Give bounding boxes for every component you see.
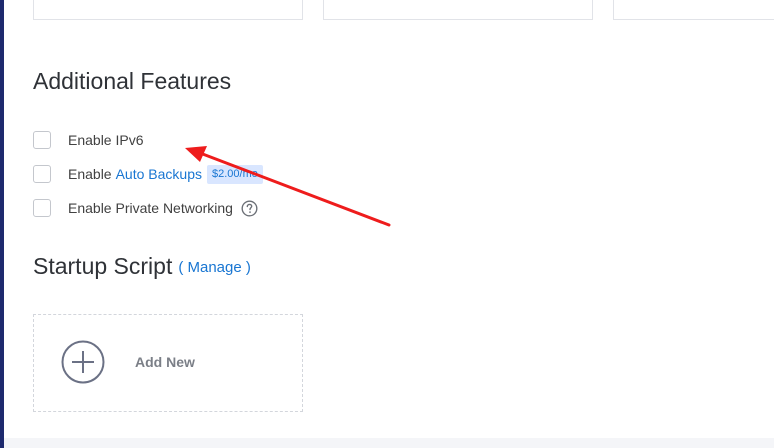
auto-backups-prefix: Enable xyxy=(68,166,112,182)
option-enable-ipv6[interactable]: Enable IPv6 xyxy=(33,130,144,150)
auto-backups-link[interactable]: Auto Backups xyxy=(116,166,202,182)
manage-link[interactable]: ( Manage ) xyxy=(178,259,251,276)
option-enable-auto-backups[interactable]: Enable Auto Backups $2.00/mo xyxy=(33,164,263,184)
ipv6-label: Enable IPv6 xyxy=(68,132,144,148)
private-networking-label: Enable Private Networking xyxy=(68,200,233,216)
additional-features-title: Additional Features xyxy=(33,68,232,94)
add-new-label: Add New xyxy=(135,354,195,370)
add-new-startup-script-card[interactable]: Add New xyxy=(33,314,303,412)
startup-script-title: Startup Script ( Manage ) xyxy=(33,252,251,282)
page-footer-strip xyxy=(4,438,774,448)
plus-circle-icon xyxy=(61,340,105,384)
left-rail xyxy=(0,0,4,448)
plan-card[interactable] xyxy=(613,0,774,20)
auto-backups-checkbox[interactable] xyxy=(33,165,51,183)
plan-card[interactable] xyxy=(33,0,303,20)
question-circle-icon[interactable] xyxy=(241,200,258,217)
startup-script-label: Startup Script xyxy=(33,253,173,279)
option-enable-private-networking[interactable]: Enable Private Networking xyxy=(33,198,258,218)
auto-backups-price-badge: $2.00/mo xyxy=(206,164,263,184)
page: Additional Features Enable IPv6 Enable A… xyxy=(0,0,774,448)
private-networking-checkbox[interactable] xyxy=(33,199,51,217)
ipv6-checkbox[interactable] xyxy=(33,131,51,149)
plan-card[interactable] xyxy=(323,0,593,20)
